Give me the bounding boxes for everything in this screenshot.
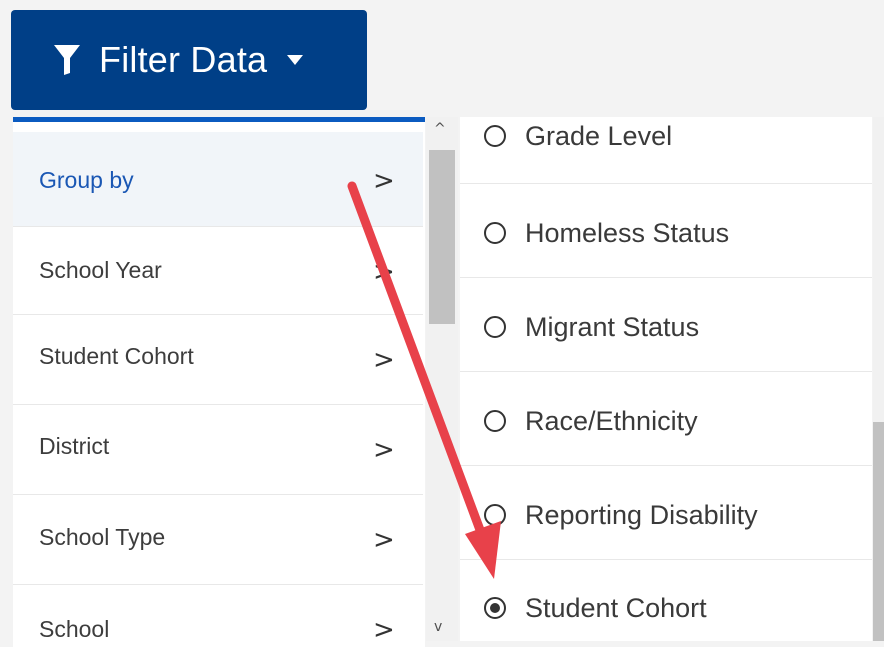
menu-item-label: School Year [39, 257, 162, 283]
radio-button[interactable] [484, 125, 506, 147]
option-homeless-status[interactable]: Homeless Status [460, 184, 872, 278]
menu-scrollbar[interactable]: ^ v [426, 117, 458, 641]
chevron-right-icon: > [373, 257, 395, 287]
radio-button[interactable] [484, 504, 506, 526]
option-label: Student Cohort [525, 593, 707, 623]
menu-item-label: District [39, 433, 110, 459]
option-label: Reporting Disability [525, 500, 758, 530]
option-label: Race/Ethnicity [525, 406, 698, 436]
option-student-cohort[interactable]: Student Cohort [460, 560, 872, 641]
chevron-right-icon: > [373, 525, 395, 555]
menu-item-school-type[interactable]: School Type > [13, 495, 423, 585]
menu-item-school-year[interactable]: School Year > [13, 227, 423, 315]
menu-item-label: Group by [39, 167, 134, 193]
radio-button-selected[interactable] [484, 597, 506, 619]
menu-item-district[interactable]: District > [13, 405, 423, 495]
option-grade-level[interactable]: Grade Level [460, 117, 872, 184]
option-label: Homeless Status [525, 218, 730, 248]
menu-item-label: Student Cohort [39, 343, 194, 369]
scrollbar-thumb[interactable] [429, 150, 455, 324]
menu-item-school[interactable]: School > [13, 585, 423, 647]
scroll-down-icon[interactable]: v [434, 619, 442, 635]
funnel-icon [54, 45, 80, 75]
option-race-ethnicity[interactable]: Race/Ethnicity [460, 372, 872, 466]
filter-data-button[interactable]: Filter Data [11, 10, 367, 110]
group-by-options-panel: Grade Level Homeless Status Migrant Stat… [460, 117, 872, 641]
option-migrant-status[interactable]: Migrant Status [460, 278, 872, 372]
menu-item-label: School [39, 616, 110, 642]
menu-item-label: School Type [39, 524, 166, 550]
options-scrollbar[interactable] [873, 117, 884, 641]
radio-button[interactable] [484, 410, 506, 432]
filter-data-label: Filter Data [99, 39, 268, 80]
caret-down-icon [287, 55, 304, 65]
scroll-up-icon[interactable]: ^ [434, 121, 446, 137]
radio-button[interactable] [484, 316, 506, 338]
scrollbar-thumb[interactable] [873, 422, 884, 641]
option-label: Grade Level [525, 121, 673, 151]
menu-item-student-cohort[interactable]: Student Cohort > [13, 315, 423, 405]
option-reporting-disability[interactable]: Reporting Disability [460, 466, 872, 560]
chevron-right-icon: > [373, 435, 395, 465]
menu-item-group-by[interactable]: Group by > [13, 132, 423, 227]
chevron-right-icon: > [373, 345, 395, 375]
chevron-right-icon: > [373, 166, 395, 196]
option-label: Migrant Status [525, 312, 700, 342]
radio-button[interactable] [484, 222, 506, 244]
filter-category-menu: Group by > School Year > Student Cohort … [13, 117, 425, 647]
